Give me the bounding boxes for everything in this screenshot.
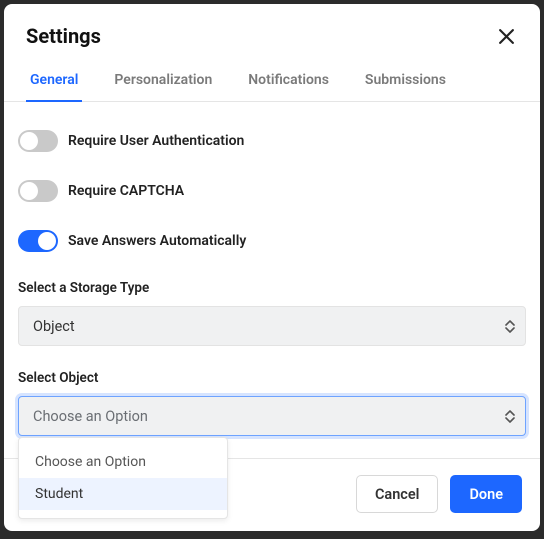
cancel-button[interactable]: Cancel [356,475,439,513]
label-require-auth: Require User Authentication [68,133,244,149]
label-storage-type: Select a Storage Type [18,280,526,296]
select-object-placeholder: Choose an Option [33,408,148,425]
tab-notifications[interactable]: Notifications [244,66,333,102]
label-require-captcha: Require CAPTCHA [68,183,184,199]
switch-require-captcha[interactable] [18,180,58,202]
tab-submissions[interactable]: Submissions [361,66,450,102]
chevron-sort-icon [505,320,515,333]
label-save-answers: Save Answers Automatically [68,233,246,249]
toggle-save-answers: Save Answers Automatically [18,230,526,252]
close-button[interactable] [494,24,518,48]
switch-require-auth[interactable] [18,130,58,152]
select-storage-value: Object [33,318,75,335]
toggle-require-captcha: Require CAPTCHA [18,180,526,202]
settings-modal: Settings General Personalization Notific… [4,4,540,531]
dropdown-select-object: Choose an Option Student [18,437,228,519]
close-icon [498,28,515,45]
tab-general[interactable]: General [26,66,82,102]
option-choose[interactable]: Choose an Option [19,446,227,478]
page-title: Settings [26,24,101,48]
switch-save-answers[interactable] [18,230,58,252]
select-object[interactable]: Choose an Option [18,396,526,436]
done-button[interactable]: Done [450,475,522,513]
tab-personalization[interactable]: Personalization [110,66,216,102]
toggle-require-auth: Require User Authentication [18,130,526,152]
label-select-object: Select Object [18,370,526,386]
option-student[interactable]: Student [19,478,227,510]
tabs: General Personalization Notifications Su… [4,66,540,102]
modal-body: Require User Authentication Require CAPT… [4,102,540,458]
chevron-sort-icon [505,410,515,423]
select-storage-type[interactable]: Object [18,306,526,346]
modal-header: Settings [4,4,540,66]
